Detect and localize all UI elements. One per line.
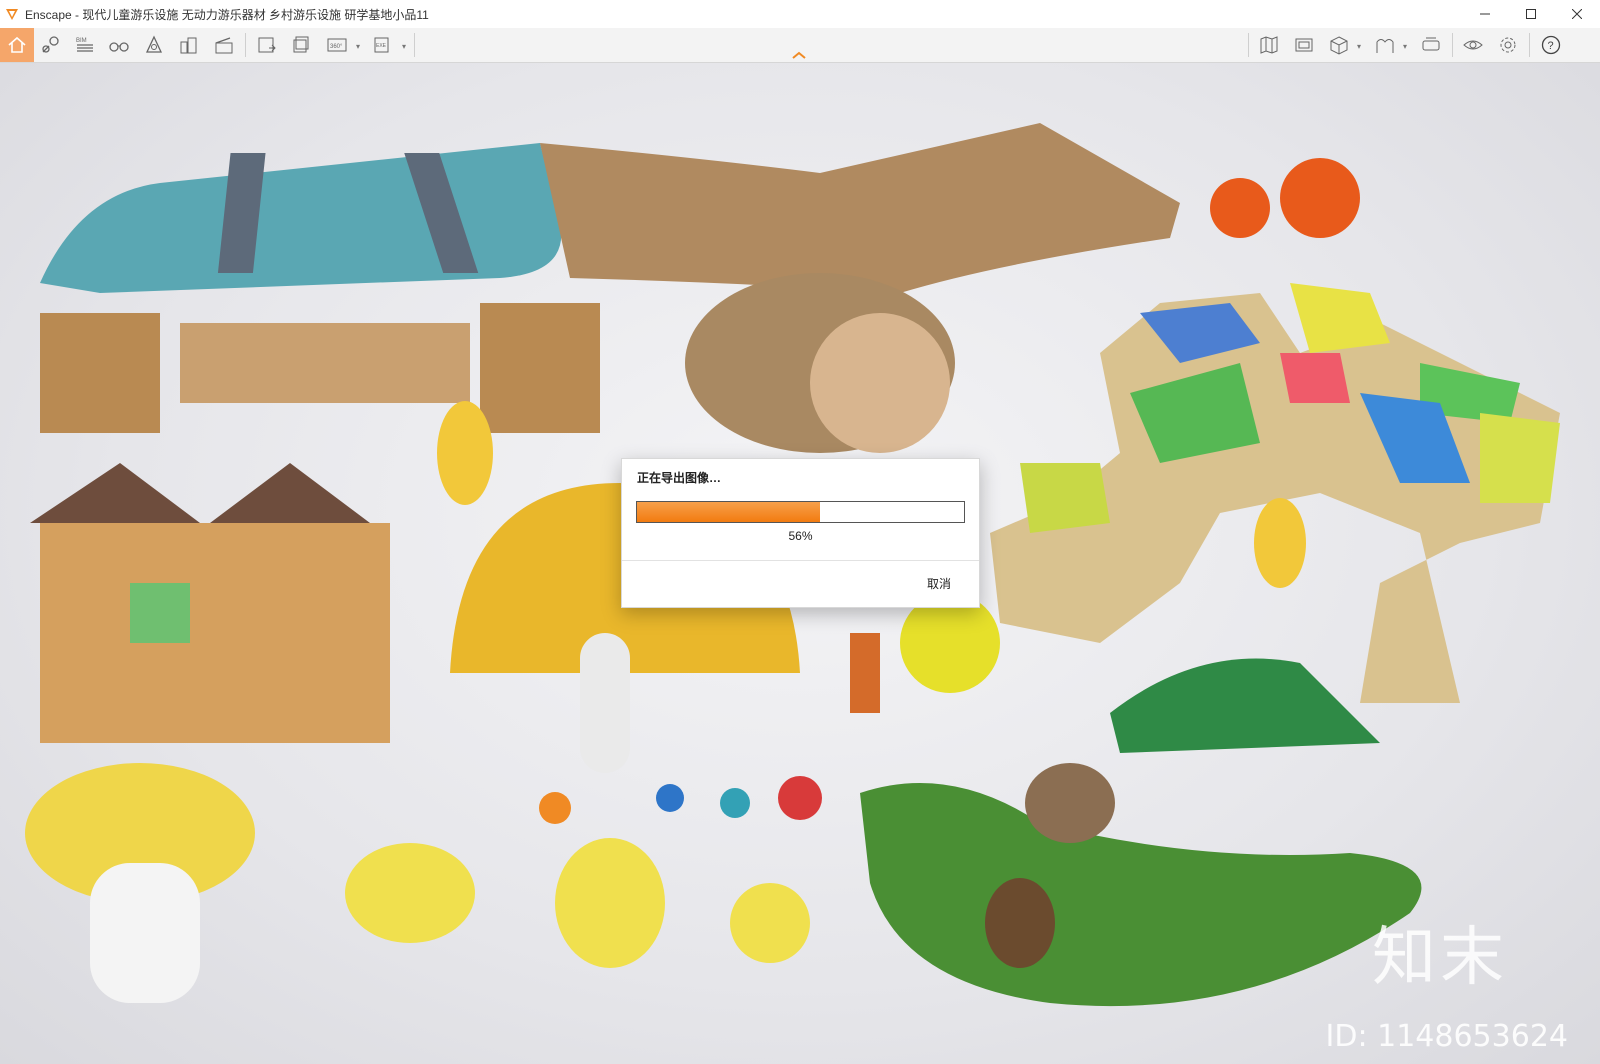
binoculars-button[interactable] — [104, 30, 134, 60]
panorama-dropdown-chevron-icon[interactable]: ▾ — [356, 42, 360, 51]
screenshot-button[interactable] — [1289, 30, 1319, 60]
close-button[interactable] — [1554, 0, 1600, 28]
playhouse — [40, 523, 390, 743]
visual-settings-icon — [42, 36, 59, 53]
eye-button[interactable] — [1458, 30, 1488, 60]
minion-figure — [437, 401, 493, 505]
bee-toy — [730, 883, 810, 963]
progress-percent: 56% — [788, 529, 813, 543]
rope-bridge — [180, 323, 470, 403]
map-button[interactable] — [1254, 30, 1284, 60]
collapse-toolbar-chevron-icon[interactable] — [790, 48, 808, 62]
wooden-fence — [540, 123, 1180, 293]
spring-rider — [850, 633, 880, 713]
eye-icon — [1463, 40, 1483, 50]
material-icon — [1376, 39, 1394, 53]
enscape-logo-icon — [6, 9, 18, 20]
cube-icon — [1330, 36, 1348, 55]
cube-button[interactable] — [1324, 30, 1354, 60]
panorama-button[interactable]: 360° — [322, 30, 352, 60]
close-icon — [1572, 9, 1582, 19]
minion-figure — [1254, 498, 1306, 588]
home-button[interactable] — [0, 28, 34, 62]
playhouse-roof — [210, 463, 370, 523]
vr-headset-icon — [1422, 37, 1440, 51]
render-image-icon — [258, 37, 276, 53]
help-icon: ? — [1541, 35, 1561, 55]
maximize-button[interactable] — [1508, 0, 1554, 28]
bee-toy — [555, 838, 665, 968]
svg-text:?: ? — [1548, 40, 1554, 52]
dinosaur-climber — [1110, 658, 1380, 753]
material-dropdown-chevron-icon[interactable]: ▾ — [1403, 42, 1407, 51]
mushroom-house — [90, 863, 200, 1003]
log-tunnel-end — [810, 313, 950, 453]
home-icon — [8, 36, 26, 53]
settings-button[interactable] — [1493, 30, 1523, 60]
grass-mound — [860, 783, 1422, 1007]
ball-toy — [1210, 178, 1270, 238]
title-bar: Enscape - 现代儿童游乐设施 无动力游乐器材 乡村游乐设施 研学基地小品… — [0, 0, 1600, 29]
dialog-title: 正在导出图像… — [637, 471, 722, 485]
bim-button[interactable]: BIM — [70, 30, 100, 60]
playhouse-roof — [30, 463, 200, 523]
window-title: Enscape - 现代儿童游乐设施 无动力游乐器材 乡村游乐设施 研学基地小品… — [25, 7, 429, 22]
batch-render-button[interactable] — [287, 30, 317, 60]
vr-button[interactable] — [1416, 30, 1446, 60]
maximize-icon — [1526, 9, 1536, 19]
wheel-toy — [900, 593, 1000, 693]
ball-toy — [1280, 158, 1360, 238]
watermark-id: ID: 1148653624 — [1325, 1019, 1568, 1054]
exe-label: EXE — [376, 43, 387, 49]
minimize-icon — [1480, 13, 1490, 15]
panorama-360-icon: 360° — [327, 38, 347, 52]
cancel-button[interactable]: 取消 — [927, 575, 951, 592]
minimize-button[interactable] — [1462, 0, 1508, 28]
bim-label: BIM — [76, 38, 87, 44]
binoculars-icon — [109, 42, 129, 52]
screenshot-icon — [1295, 38, 1313, 52]
visual-settings-button[interactable] — [36, 30, 66, 60]
rope-bridge-tower — [40, 313, 160, 433]
export-dropdown-chevron-icon[interactable]: ▾ — [402, 42, 406, 51]
material-button[interactable] — [1370, 30, 1400, 60]
export-exe-button[interactable]: EXE — [368, 30, 398, 60]
batch-render-icon — [293, 36, 309, 53]
export-exe-icon: EXE — [374, 37, 389, 53]
render-image-button[interactable] — [252, 30, 282, 60]
views-button[interactable] — [139, 30, 169, 60]
views-icon — [145, 35, 163, 53]
climbing-wall-blue — [40, 143, 562, 293]
watermark-brand: 知末 — [1372, 921, 1508, 995]
assets-icon — [180, 37, 197, 54]
panorama-label: 360° — [330, 44, 343, 50]
cube-dropdown-chevron-icon[interactable]: ▾ — [1357, 42, 1361, 51]
rope-bridge-tower — [480, 303, 600, 433]
map-icon — [1260, 36, 1278, 54]
video-editor-button[interactable] — [209, 30, 239, 60]
export-progress-dialog: 正在导出图像… 56% 取消 — [621, 458, 980, 608]
clapper-icon — [215, 37, 233, 54]
gear-icon — [1500, 37, 1516, 53]
export-progress-bar — [636, 501, 965, 523]
bim-icon: BIM — [76, 38, 93, 52]
assets-button[interactable] — [174, 30, 204, 60]
progress-fill — [637, 502, 821, 522]
help-button[interactable]: ? — [1536, 30, 1566, 60]
bee-toy — [345, 843, 475, 943]
dialog-divider — [622, 560, 979, 561]
